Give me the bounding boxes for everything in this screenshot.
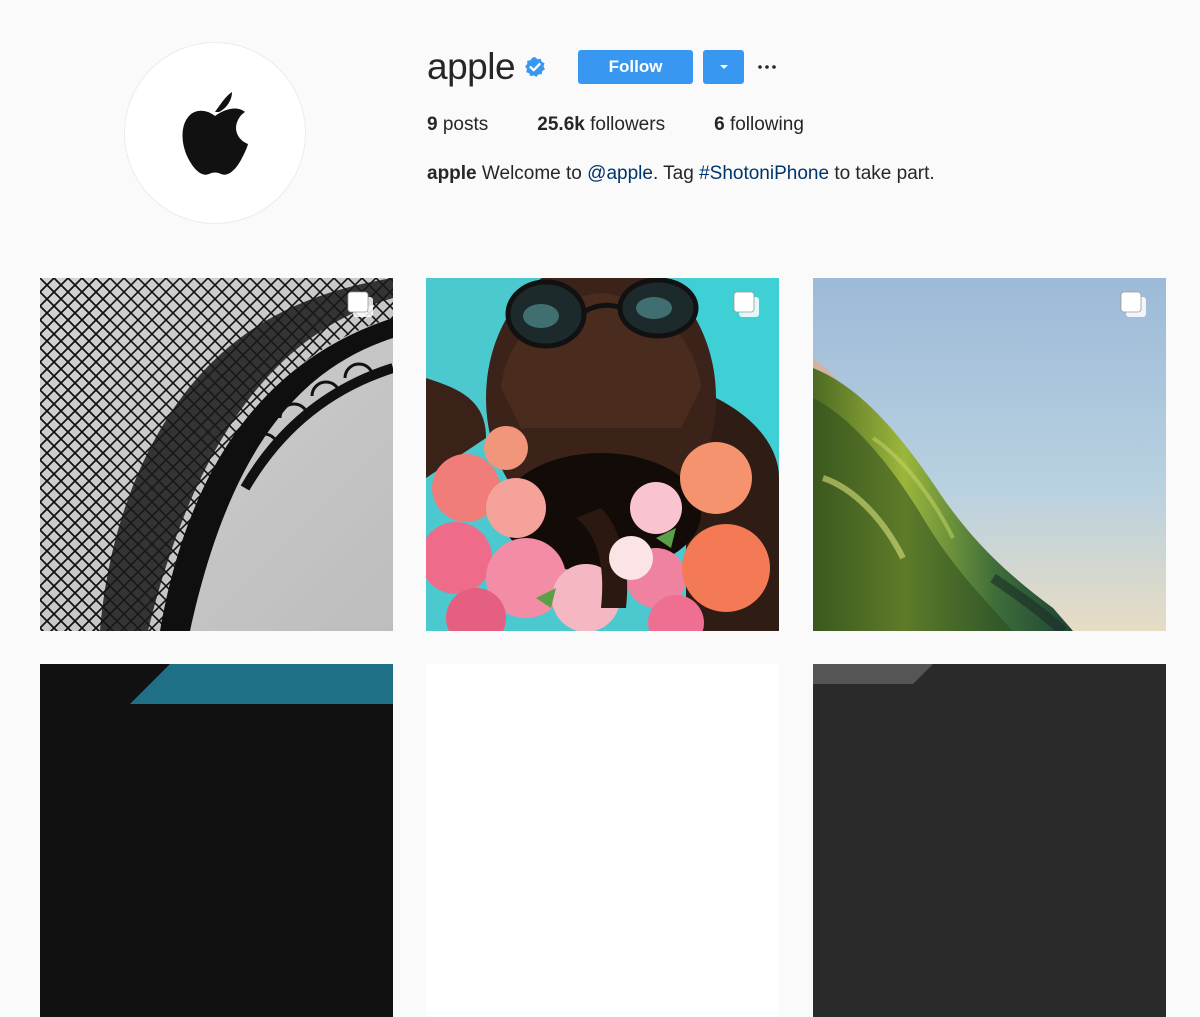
- posts-stat: 9 posts: [427, 113, 488, 137]
- more-options-button[interactable]: [756, 50, 778, 84]
- post-image: [40, 664, 393, 1017]
- ellipsis-icon: [758, 65, 776, 69]
- following-stat[interactable]: 6 following: [714, 113, 804, 137]
- followers-stat[interactable]: 25.6k followers: [537, 113, 665, 137]
- profile-username: apple: [427, 46, 516, 87]
- carousel-icon: [1120, 291, 1146, 317]
- post-image: [813, 278, 1166, 631]
- post-tile[interactable]: [40, 664, 393, 1017]
- posts-count: 9: [427, 114, 438, 135]
- following-label: following: [729, 114, 804, 135]
- profile-header: apple Follow: [427, 44, 778, 90]
- followers-label: followers: [590, 114, 666, 135]
- bio-text-3: to take part.: [834, 163, 935, 184]
- post-image: [426, 664, 779, 1017]
- post-tile[interactable]: [426, 278, 779, 631]
- post-image: [426, 278, 779, 631]
- post-tile[interactable]: [40, 278, 393, 631]
- verified-badge-icon: [524, 56, 546, 78]
- bio-text-2: . Tag: [652, 163, 694, 184]
- post-image: [40, 278, 393, 631]
- follow-button[interactable]: Follow: [578, 50, 694, 84]
- bio-hashtag-link[interactable]: #ShotoniPhone: [699, 163, 829, 184]
- carousel-icon: [733, 291, 759, 317]
- post-tile[interactable]: [426, 664, 779, 1017]
- profile-stats: 9 posts 25.6k followers 6 following: [427, 113, 853, 137]
- followers-count: 25.6k: [537, 114, 585, 135]
- bio-mention-link[interactable]: @apple: [587, 163, 653, 184]
- bio-name: apple: [427, 163, 477, 184]
- post-tile[interactable]: [813, 278, 1166, 631]
- apple-logo-icon: [182, 92, 248, 175]
- bio-text-1: Welcome to: [481, 163, 582, 184]
- post-image: [813, 664, 1166, 1017]
- following-count: 6: [714, 114, 725, 135]
- profile-bio: apple Welcome to @apple. Tag #ShotoniPho…: [427, 162, 935, 186]
- carousel-icon: [347, 291, 373, 317]
- profile-avatar[interactable]: [124, 42, 306, 224]
- suggested-dropdown-button[interactable]: [703, 50, 745, 84]
- post-tile[interactable]: [813, 664, 1166, 1017]
- posts-label: posts: [442, 114, 489, 135]
- caret-down-icon: [719, 65, 728, 69]
